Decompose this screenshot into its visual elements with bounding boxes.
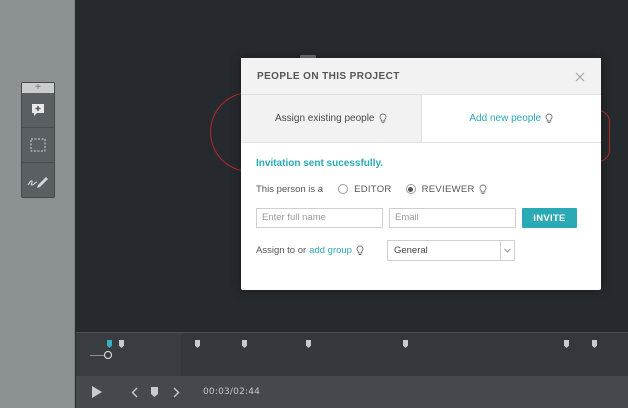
assign-prefix: Assign to or xyxy=(256,245,307,256)
lightbulb-icon xyxy=(479,184,487,194)
draw-tool[interactable] xyxy=(22,163,54,198)
role-row: This person is a EDITOR REVIEWER xyxy=(256,182,586,196)
editor-radio[interactable] xyxy=(338,184,349,194)
left-sidebar: + xyxy=(0,0,75,408)
pen-draw-icon xyxy=(27,176,48,188)
previous-marker-button[interactable] xyxy=(128,376,140,408)
timeline-track[interactable] xyxy=(181,333,628,377)
group-select[interactable]: General xyxy=(386,240,515,261)
tab-add-new[interactable]: Add new people xyxy=(421,95,601,142)
people-dialog: PEOPLE ON THIS PROJECT Assign existing p… xyxy=(241,58,601,290)
next-marker-button[interactable] xyxy=(170,376,182,408)
lightbulb-icon xyxy=(356,245,364,255)
reviewer-radio[interactable] xyxy=(405,184,416,194)
dialog-tabs: Assign existing people Add new people xyxy=(241,95,601,143)
timeline-marker[interactable] xyxy=(119,340,124,348)
close-icon xyxy=(575,72,585,82)
add-group-link[interactable]: add group xyxy=(309,245,352,256)
role-option-reviewer[interactable]: REVIEWER xyxy=(405,183,487,195)
invite-button[interactable]: INVITE xyxy=(522,208,577,228)
lightbulb-icon xyxy=(379,113,386,123)
annotation-toolbox: + xyxy=(21,82,55,198)
marker-icon xyxy=(150,387,158,397)
dialog-header: PEOPLE ON THIS PROJECT xyxy=(241,58,601,95)
full-name-field[interactable]: Enter full name xyxy=(256,208,383,228)
dialog-title: PEOPLE ON THIS PROJECT xyxy=(257,70,400,82)
play-button[interactable] xyxy=(90,376,104,408)
timeline[interactable] xyxy=(76,332,628,377)
invite-row: Enter full name Email INVITE xyxy=(256,208,586,228)
chevron-down-icon xyxy=(499,241,514,260)
group-select-value: General xyxy=(393,245,428,256)
dashed-rectangle-icon xyxy=(30,138,46,152)
editor-label: EDITOR xyxy=(354,183,392,195)
lightbulb-icon xyxy=(545,113,553,123)
role-prefix: This person is a xyxy=(256,183,324,195)
toolbox-add-handle[interactable]: + xyxy=(22,83,54,93)
playhead-progress xyxy=(90,355,104,356)
add-marker-button[interactable] xyxy=(149,376,159,408)
assign-row: Assign to or add group General xyxy=(256,240,586,261)
play-icon xyxy=(92,386,102,398)
success-message: Invitation sent sucessfully. xyxy=(256,158,384,169)
select-area-tool[interactable] xyxy=(22,128,54,163)
role-option-editor[interactable]: EDITOR xyxy=(338,184,392,195)
tab-assign-existing-label: Assign existing people xyxy=(274,113,375,124)
chevron-left-icon xyxy=(131,387,137,397)
tab-add-new-label: Add new people xyxy=(469,113,542,124)
playback-time: 00:03/02:44 xyxy=(203,387,261,397)
reviewer-label: REVIEWER xyxy=(421,183,475,195)
timeline-marker[interactable] xyxy=(107,340,112,348)
dialog-body: Invitation sent sucessfully. This person… xyxy=(241,143,601,261)
comment-plus-icon xyxy=(32,104,44,116)
close-button[interactable] xyxy=(573,70,587,84)
add-comment-tool[interactable] xyxy=(22,93,54,128)
chevron-right-icon xyxy=(173,387,179,397)
email-field[interactable]: Email xyxy=(389,208,516,228)
playhead-handle[interactable] xyxy=(104,351,112,359)
tab-assign-existing[interactable]: Assign existing people xyxy=(241,95,422,142)
player-controls: 00:03/02:44 xyxy=(76,376,628,408)
